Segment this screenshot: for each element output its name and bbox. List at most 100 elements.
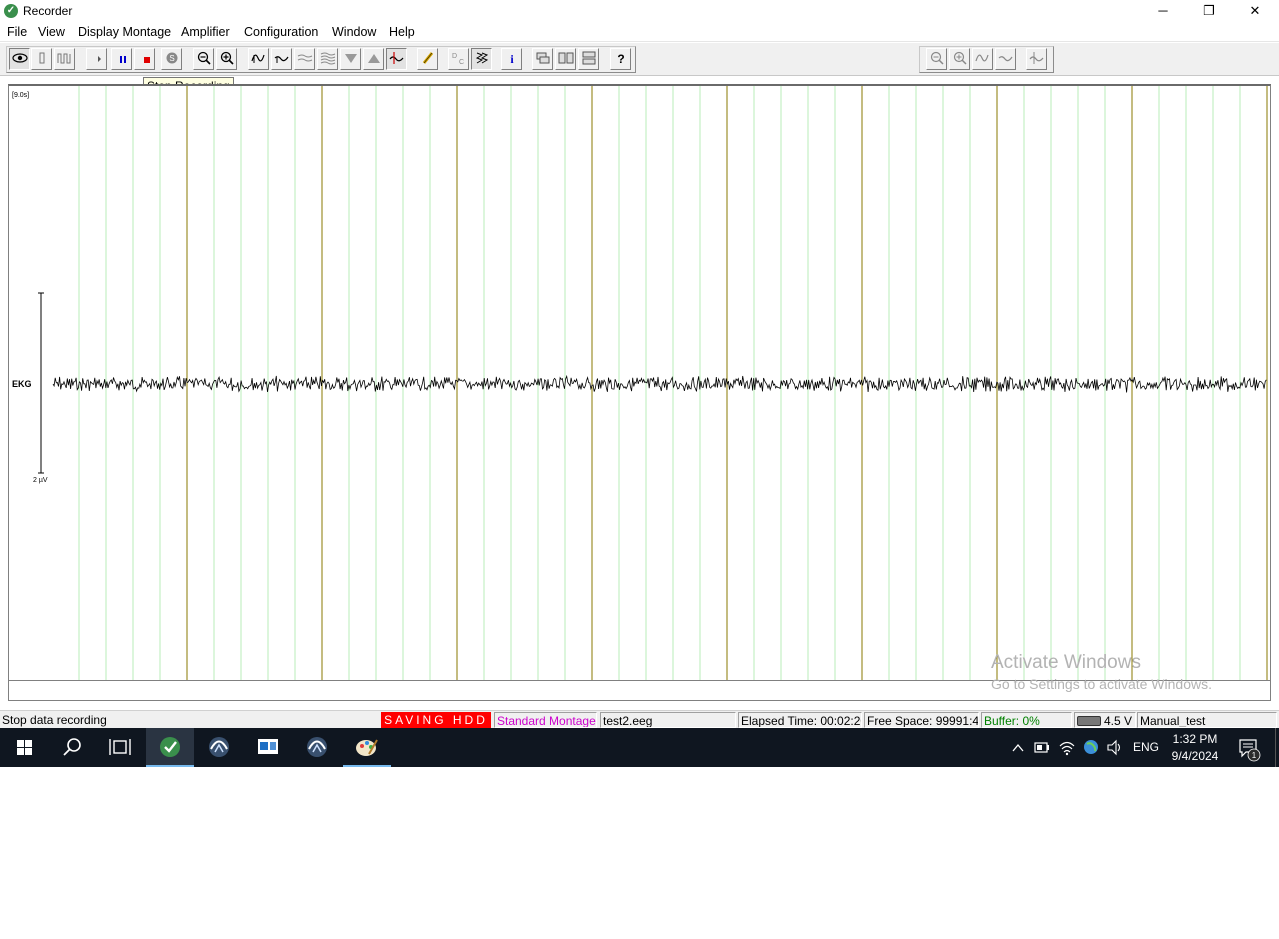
dc-icon: DC xyxy=(452,53,464,65)
stop-recording-button[interactable] xyxy=(134,48,155,70)
dc-correction-button[interactable]: DC xyxy=(448,48,469,70)
taskbar-clock[interactable]: 1:32 PM 9/4/2024 xyxy=(1163,731,1227,765)
globe-tray-button[interactable] xyxy=(1082,728,1100,767)
multi-wave-icon xyxy=(320,52,335,65)
buffer-level: Buffer: 0% xyxy=(981,712,1072,728)
workspace-name: Manual_test xyxy=(1137,712,1277,728)
notification-icon: 1 xyxy=(1239,739,1261,762)
waveform-down-icon xyxy=(274,56,288,63)
task-view-button[interactable] xyxy=(96,728,144,767)
clock-date: 9/4/2024 xyxy=(1171,749,1219,763)
battery-tray-icon xyxy=(1034,742,1049,753)
channel-label-ekg: EKG xyxy=(12,379,32,389)
title-bar: ✓ Recorder ─ ❐ ✕ xyxy=(0,0,1279,22)
stop-icon xyxy=(143,57,150,63)
help-icon: ? xyxy=(617,52,624,65)
network-tray-button[interactable] xyxy=(1058,728,1076,767)
play-button[interactable] xyxy=(86,48,107,70)
hf-filter-button[interactable] xyxy=(471,48,492,70)
time-window-label: [9.0s] xyxy=(12,92,29,99)
calibration-button[interactable] xyxy=(54,48,75,70)
menu-window[interactable]: Window xyxy=(332,25,376,39)
monitor-icon xyxy=(258,739,278,754)
analyzer-2-icon xyxy=(307,737,327,757)
show-hidden-icons-button[interactable] xyxy=(1011,728,1025,767)
free-space: Free Space: 99991:41:15 xyxy=(864,712,979,728)
menu-bar: File View Display Montage Amplifier Conf… xyxy=(0,23,1279,42)
amplitude-down-button[interactable] xyxy=(271,48,292,70)
zoom-out-button[interactable] xyxy=(193,48,214,70)
globe-icon xyxy=(1084,740,1098,754)
taskbar-monitor[interactable] xyxy=(244,728,292,767)
secondary-amp-down-button[interactable] xyxy=(995,48,1016,70)
voltage-cell: 4.5 V xyxy=(1074,712,1136,728)
filter-button[interactable] xyxy=(294,48,315,70)
activate-windows-title: Activate Windows xyxy=(991,652,1141,673)
channels-button[interactable] xyxy=(317,48,338,70)
secondary-zoom-out-button[interactable] xyxy=(926,48,947,70)
tile-vertical-icon xyxy=(558,52,573,64)
save-button[interactable]: S xyxy=(161,48,182,70)
impedance-icon xyxy=(39,52,44,64)
cascade-button[interactable] xyxy=(532,48,553,70)
pause-button[interactable] xyxy=(111,48,132,70)
restore-button[interactable]: ❐ xyxy=(1186,0,1232,22)
zigzag-icon xyxy=(475,52,488,64)
start-button[interactable] xyxy=(0,728,48,767)
secondary-amp-up-button[interactable] xyxy=(972,48,993,70)
svg-text:S: S xyxy=(169,54,174,63)
taskbar-recorder[interactable] xyxy=(146,728,194,767)
save-icon: S xyxy=(166,52,177,64)
zoom-in-button[interactable] xyxy=(216,48,237,70)
analyzer-icon xyxy=(209,737,229,757)
scroll-up-button[interactable] xyxy=(363,48,384,70)
elapsed-time: Elapsed Time: 00:02:20 xyxy=(738,712,862,728)
menu-view[interactable]: View xyxy=(38,25,65,39)
volume-tray-button[interactable] xyxy=(1106,728,1124,767)
speaker-icon xyxy=(1107,739,1121,756)
secondary-marker-button[interactable] xyxy=(1026,48,1047,70)
impedance-button[interactable] xyxy=(31,48,52,70)
activate-windows-watermark: Activate Windows Go to Settings to activ… xyxy=(991,652,1212,692)
notifications-button[interactable]: 1 xyxy=(1237,728,1261,767)
battery-icon xyxy=(1077,716,1101,726)
taskbar-paint[interactable] xyxy=(343,728,391,767)
annotate-button[interactable] xyxy=(417,48,438,70)
menu-display-montage[interactable]: Display Montage xyxy=(78,25,171,39)
saving-hdd-badge: SAVING HDD xyxy=(381,712,491,728)
close-button[interactable]: ✕ xyxy=(1232,0,1278,22)
battery-tray-button[interactable] xyxy=(1033,728,1051,767)
waveform-up-icon xyxy=(974,54,989,62)
menu-configuration[interactable]: Configuration xyxy=(244,25,318,39)
minimize-button[interactable]: ─ xyxy=(1140,0,1186,22)
show-desktop-button[interactable] xyxy=(1275,728,1279,767)
view-eye-button[interactable] xyxy=(9,48,30,70)
task-view-icon xyxy=(109,739,131,755)
help-button[interactable]: ? xyxy=(610,48,631,70)
svg-text:?: ? xyxy=(617,52,624,65)
secondary-zoom-in-button[interactable] xyxy=(949,48,970,70)
triangle-up-icon xyxy=(367,54,380,63)
recorder-app: ✓ Recorder ─ ❐ ✕ File View Display Monta… xyxy=(0,0,1279,939)
triangle-down-icon xyxy=(344,54,357,63)
svg-text:C: C xyxy=(459,59,464,65)
search-button[interactable] xyxy=(48,728,96,767)
calibration-icon xyxy=(57,53,70,64)
menu-help[interactable]: Help xyxy=(389,25,415,39)
status-message: Stop data recording xyxy=(2,713,107,727)
play-icon xyxy=(97,56,101,62)
scroll-down-button[interactable] xyxy=(340,48,361,70)
info-button[interactable]: i xyxy=(501,48,522,70)
tile-vertical-button[interactable] xyxy=(555,48,576,70)
eeg-display-pane[interactable]: [9.0s] EKG 2 µV xyxy=(8,84,1271,701)
wifi-icon xyxy=(1059,741,1075,756)
menu-amplifier[interactable]: Amplifier xyxy=(181,25,230,39)
marker-button[interactable] xyxy=(386,48,407,70)
menu-file[interactable]: File xyxy=(7,25,27,39)
taskbar-analyzer[interactable] xyxy=(195,728,243,767)
taskbar-analyzer-2[interactable] xyxy=(293,728,341,767)
amplitude-up-button[interactable] xyxy=(248,48,269,70)
language-indicator[interactable]: ENG xyxy=(1133,728,1159,767)
zoom-in-icon xyxy=(220,51,234,65)
tile-horizontal-button[interactable] xyxy=(578,48,599,70)
